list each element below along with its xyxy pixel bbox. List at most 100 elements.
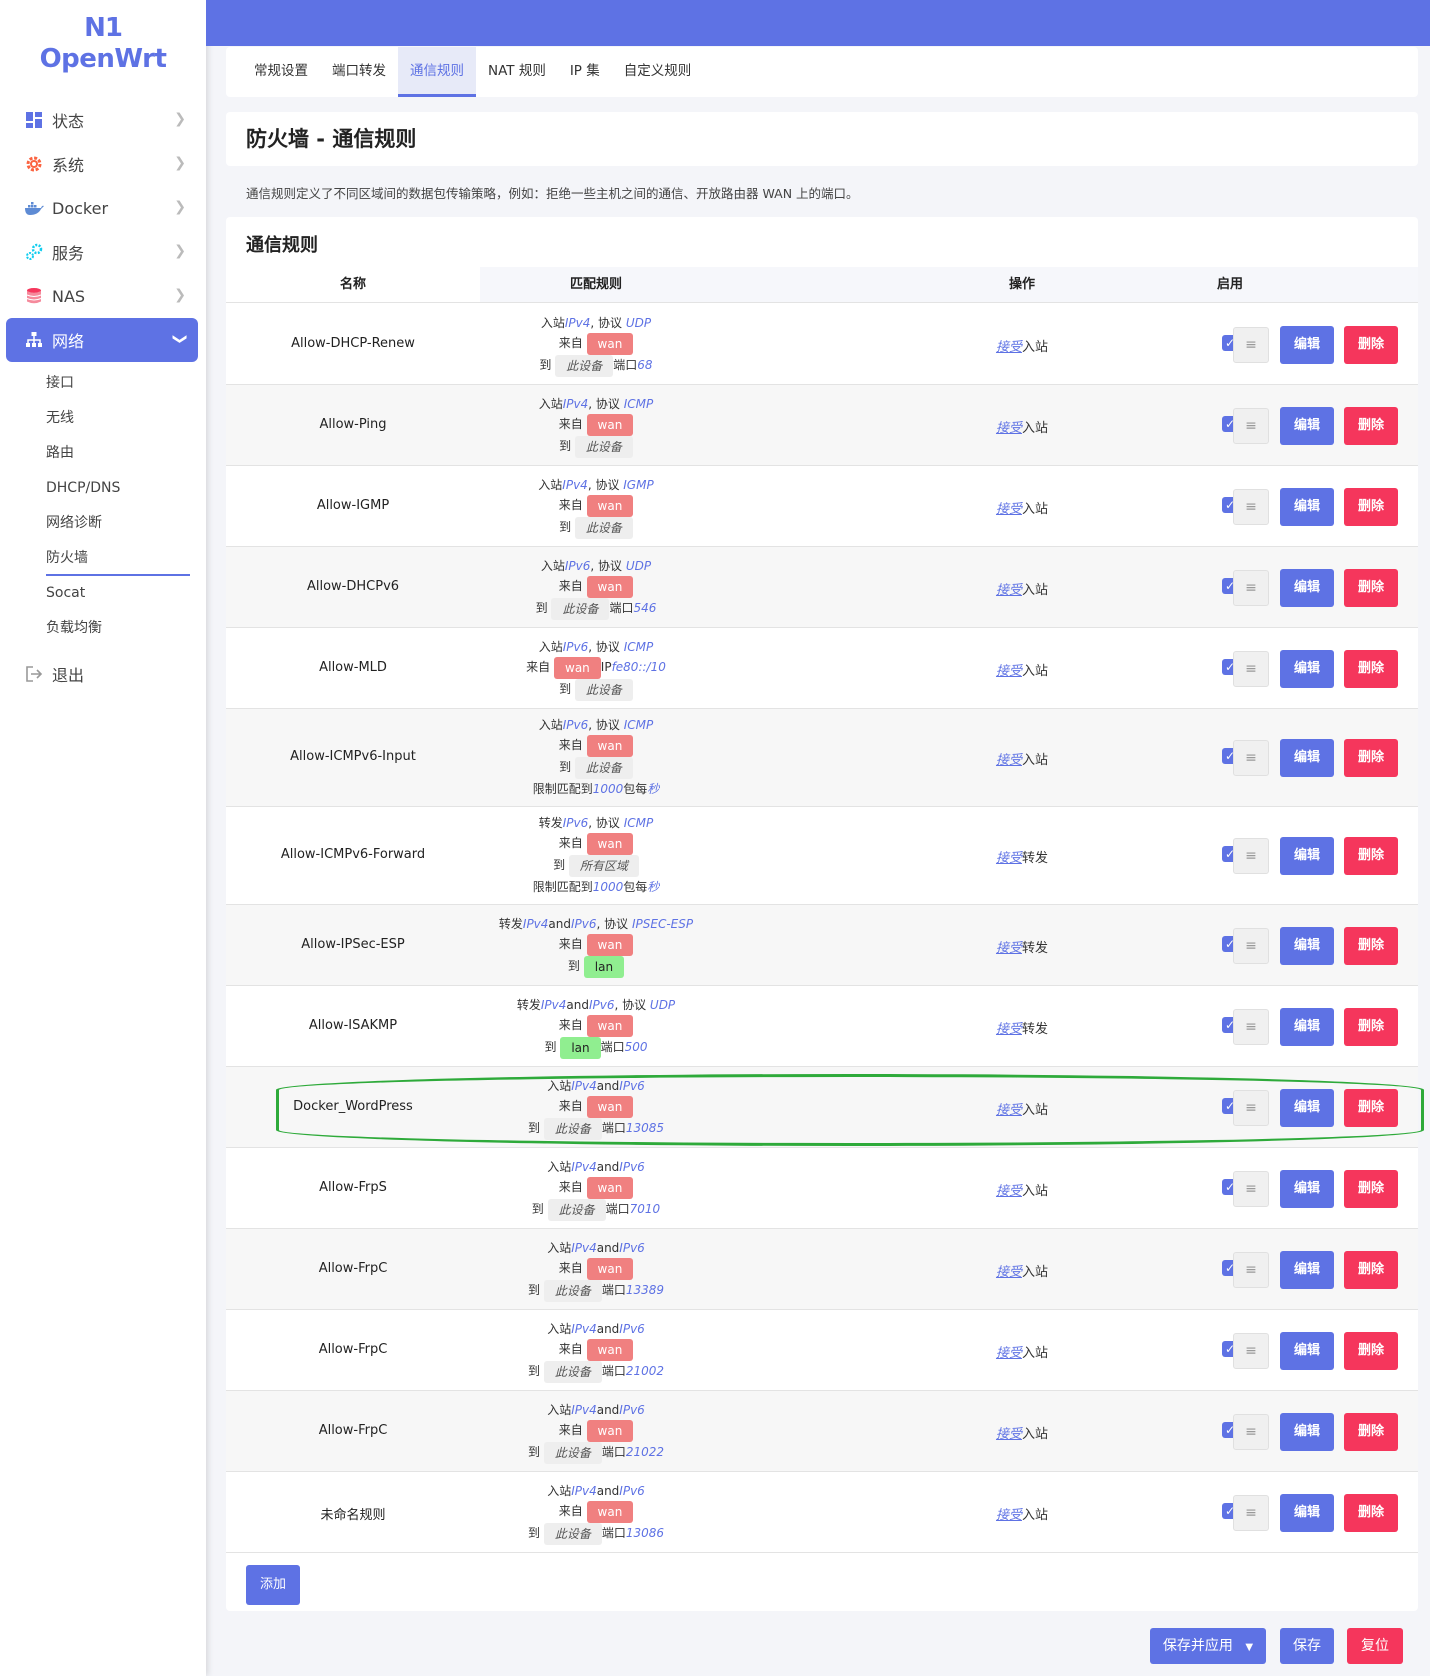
drag-handle[interactable]: ≡ <box>1233 327 1269 363</box>
submenu-item-routes[interactable]: 路由 <box>0 436 206 471</box>
to-label: 到 <box>559 760 572 774</box>
edit-button[interactable]: 编辑 <box>1280 739 1334 777</box>
accept-link[interactable]: 接受 <box>996 583 1022 598</box>
edit-button[interactable]: 编辑 <box>1280 326 1334 364</box>
sidebar-item-system[interactable]: 系统 ❯ <box>6 142 198 186</box>
edit-button[interactable]: 编辑 <box>1280 407 1334 445</box>
drag-handle[interactable]: ≡ <box>1233 1333 1269 1369</box>
edit-button[interactable]: 编辑 <box>1280 1008 1334 1046</box>
edit-button[interactable]: 编辑 <box>1280 1170 1334 1208</box>
delete-button[interactable]: 删除 <box>1344 569 1398 607</box>
submenu-item-firewall[interactable]: 防火墙 <box>0 541 206 576</box>
reset-button[interactable]: 复位 <box>1347 1628 1403 1664</box>
drag-handle[interactable]: ≡ <box>1233 1495 1269 1531</box>
save-button[interactable]: 保存 <box>1280 1628 1334 1664</box>
accept-link[interactable]: 接受 <box>996 753 1022 768</box>
submenu-item-dhcp-dns[interactable]: DHCP/DNS <box>0 471 206 506</box>
submenu-item-diagnostics[interactable]: 网络诊断 <box>0 506 206 541</box>
edit-button[interactable]: 编辑 <box>1280 1332 1334 1370</box>
delete-button[interactable]: 删除 <box>1344 407 1398 445</box>
delete-button[interactable]: 删除 <box>1344 488 1398 526</box>
submenu-item-socat[interactable]: Socat <box>0 576 206 611</box>
edit-button[interactable]: 编辑 <box>1280 569 1334 607</box>
edit-button[interactable]: 编辑 <box>1280 837 1334 875</box>
family-text: IPv6 <box>571 917 597 931</box>
drag-handle[interactable]: ≡ <box>1233 651 1269 687</box>
sidebar-item-logout[interactable]: 退出 <box>6 652 198 696</box>
tab-nat-rules[interactable]: NAT 规则 <box>476 47 558 97</box>
save-apply-button[interactable]: 保存并应用 ▼ <box>1150 1628 1266 1664</box>
delete-button[interactable]: 删除 <box>1344 739 1398 777</box>
drag-handle[interactable]: ≡ <box>1233 489 1269 525</box>
sidebar-item-docker[interactable]: Docker ❯ <box>6 186 198 230</box>
tab-ipsets[interactable]: IP 集 <box>558 47 612 97</box>
accept-link[interactable]: 接受 <box>996 941 1022 956</box>
tab-port-forward[interactable]: 端口转发 <box>320 47 398 97</box>
tab-traffic-rules[interactable]: 通信规则 <box>398 47 476 97</box>
drag-handle[interactable]: ≡ <box>1233 1252 1269 1288</box>
accept-link[interactable]: 接受 <box>996 1346 1022 1361</box>
accept-link[interactable]: 接受 <box>996 1427 1022 1442</box>
delete-button[interactable]: 删除 <box>1344 927 1398 965</box>
delete-button[interactable]: 删除 <box>1344 1251 1398 1289</box>
accept-link[interactable]: 接受 <box>996 1508 1022 1523</box>
accept-link[interactable]: 接受 <box>996 340 1022 355</box>
from-label: 来自 <box>558 1423 583 1437</box>
zone-badge-wan: wan <box>586 1095 634 1118</box>
delete-button[interactable]: 删除 <box>1344 326 1398 364</box>
drag-handle[interactable]: ≡ <box>1233 1090 1269 1126</box>
edit-button[interactable]: 编辑 <box>1280 1089 1334 1127</box>
delete-button[interactable]: 删除 <box>1344 1332 1398 1370</box>
edit-button[interactable]: 编辑 <box>1280 650 1334 688</box>
delete-button[interactable]: 删除 <box>1344 1170 1398 1208</box>
accept-link[interactable]: 接受 <box>996 664 1022 679</box>
delete-button[interactable]: 删除 <box>1344 1413 1398 1451</box>
tab-general[interactable]: 常规设置 <box>242 47 320 97</box>
accept-link[interactable]: 接受 <box>996 502 1022 517</box>
port-label: 端口 <box>601 1445 626 1459</box>
accept-link[interactable]: 接受 <box>996 1022 1022 1037</box>
delete-button[interactable]: 删除 <box>1344 1494 1398 1532</box>
drag-handle[interactable]: ≡ <box>1233 1171 1269 1207</box>
save-apply-label: 保存并应用 <box>1162 1638 1233 1654</box>
edit-button[interactable]: 编辑 <box>1280 927 1334 965</box>
delete-button[interactable]: 删除 <box>1344 1008 1398 1046</box>
drag-handle[interactable]: ≡ <box>1233 570 1269 606</box>
sidebar-item-status[interactable]: 状态 ❯ <box>6 98 198 142</box>
accept-link[interactable]: 接受 <box>996 851 1022 866</box>
accept-link[interactable]: 接受 <box>996 421 1022 436</box>
drag-handle[interactable]: ≡ <box>1233 740 1269 776</box>
match-to: 到 此设备 <box>301 516 891 539</box>
drag-handle[interactable]: ≡ <box>1233 838 1269 874</box>
direction-text: 入站 <box>547 1484 572 1498</box>
submenu-item-interfaces[interactable]: 接口 <box>0 366 206 401</box>
accept-link[interactable]: 接受 <box>996 1103 1022 1118</box>
accept-link[interactable]: 接受 <box>996 1265 1022 1280</box>
delete-button[interactable]: 删除 <box>1344 650 1398 688</box>
action-target: 入站 <box>1022 1346 1049 1361</box>
submenu-item-wireless[interactable]: 无线 <box>0 401 206 436</box>
drag-handle[interactable]: ≡ <box>1233 928 1269 964</box>
drag-handle[interactable]: ≡ <box>1233 1414 1269 1450</box>
drag-handle[interactable]: ≡ <box>1233 1009 1269 1045</box>
edit-button[interactable]: 编辑 <box>1280 488 1334 526</box>
sidebar-item-network[interactable]: 网络 ❯ <box>6 318 198 362</box>
limit-label: 限制匹配到 <box>532 782 593 796</box>
delete-button[interactable]: 删除 <box>1344 1089 1398 1127</box>
sidebar-item-nas[interactable]: NAS ❯ <box>6 274 198 318</box>
match-from: 来自 wan IPfe80::/10 <box>301 656 891 679</box>
accept-link[interactable]: 接受 <box>996 1184 1022 1199</box>
delete-button[interactable]: 删除 <box>1344 837 1398 875</box>
edit-button[interactable]: 编辑 <box>1280 1251 1334 1289</box>
sidebar-item-services[interactable]: 服务 ❯ <box>6 230 198 274</box>
drag-handle[interactable]: ≡ <box>1233 408 1269 444</box>
edit-button[interactable]: 编辑 <box>1280 1413 1334 1451</box>
add-button[interactable]: 添加 <box>246 1565 300 1605</box>
edit-button[interactable]: 编辑 <box>1280 1494 1334 1532</box>
tab-custom-rules[interactable]: 自定义规则 <box>612 47 704 97</box>
from-label: 来自 <box>558 498 583 512</box>
submenu-item-load-balancing[interactable]: 负载均衡 <box>0 611 206 646</box>
logo[interactable]: N1 OpenWrt <box>0 0 206 98</box>
and-text: and <box>596 1403 620 1417</box>
from-label: 来自 <box>558 1018 583 1032</box>
